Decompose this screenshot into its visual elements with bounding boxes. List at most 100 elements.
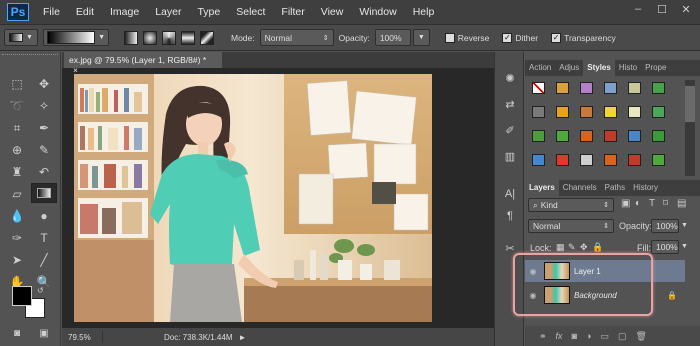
gradient-picker[interactable]: ▼ [43, 29, 109, 46]
style-swatch[interactable] [604, 130, 617, 142]
clone-stamp-tool-icon[interactable]: ♜ [4, 162, 30, 182]
layer-filter-select[interactable]: ⌕ Kind ⇕ [528, 198, 614, 212]
lock-position-icon[interactable]: ✥ [580, 242, 588, 253]
foreground-color-swatch[interactable] [12, 286, 32, 306]
minimize-button[interactable]: – [628, 3, 648, 19]
style-swatch[interactable] [580, 154, 593, 166]
pen-tool-icon[interactable]: ✑ [4, 228, 30, 248]
eyedropper-tool-icon[interactable]: ✒ [31, 118, 57, 138]
type-tool-icon[interactable]: T [31, 228, 57, 248]
style-swatch[interactable] [652, 130, 665, 142]
chevron-down-icon[interactable]: ▼ [412, 29, 430, 46]
line-tool-icon[interactable]: ╱ [31, 250, 57, 270]
tab-actions[interactable]: Action [525, 60, 555, 76]
actions-icon[interactable]: ⇄ [501, 98, 519, 114]
filter-smart-object-icon[interactable]: ▤ [677, 198, 686, 209]
menu-image[interactable]: Image [102, 6, 147, 18]
blend-mode-select[interactable]: Normal ⇕ [528, 219, 614, 233]
adjustment-layer-icon[interactable]: ◑ [586, 331, 591, 341]
paragraph-icon[interactable]: ¶ [501, 210, 519, 226]
dodge-tool-icon[interactable]: ● [31, 206, 57, 226]
fx-icon[interactable]: fx [556, 331, 563, 341]
crop-tool-icon[interactable]: ⌗ [4, 118, 30, 138]
menu-window[interactable]: Window [351, 6, 404, 18]
new-layer-icon[interactable]: ▢ [618, 331, 627, 342]
style-swatch[interactable] [604, 154, 617, 166]
brush-presets-icon[interactable]: ✐ [501, 124, 519, 140]
mode-select[interactable]: Normal ⇕ [259, 29, 334, 46]
swatches-icon[interactable]: ▥ [501, 150, 519, 166]
transparency-checkbox[interactable]: ✓ Transparency [551, 32, 616, 43]
zoom-level[interactable]: 79.5% [68, 333, 96, 342]
blur-tool-icon[interactable]: 💧 [4, 206, 30, 226]
lock-image-icon[interactable]: ✎ [568, 242, 576, 253]
zoom-tool-icon[interactable]: 🔍 [31, 272, 57, 292]
filter-type-icon[interactable]: T [649, 198, 655, 209]
gradient-tool-icon[interactable] [31, 183, 57, 203]
check-icon[interactable]: ✓ [551, 32, 562, 43]
tab-channels[interactable]: Channels [559, 180, 601, 196]
tab-paths[interactable]: Paths [601, 180, 629, 196]
style-swatch[interactable] [628, 130, 641, 142]
lock-all-icon[interactable]: 🔒 [592, 242, 603, 253]
move-tool-icon[interactable]: ✥ [31, 74, 57, 94]
styles-scrollbar[interactable] [685, 80, 695, 176]
document-tab[interactable]: ex.jpg @ 79.5% (Layer 1, RGB/8#) * × [64, 52, 222, 75]
filter-shape-icon[interactable]: ⌑ [663, 198, 668, 209]
style-swatch[interactable] [652, 106, 665, 118]
diamond-gradient-button[interactable] [200, 30, 214, 45]
new-group-icon[interactable]: ▭ [600, 331, 609, 342]
opacity-field[interactable]: 100% [374, 29, 411, 46]
history-brush-tool-icon[interactable]: ↶ [31, 162, 57, 182]
brush-tool-icon[interactable]: ✎ [31, 140, 57, 160]
style-swatch[interactable] [628, 154, 641, 166]
canvas-photo[interactable] [74, 74, 432, 322]
filter-adjustment-icon[interactable]: ◐ [635, 198, 641, 209]
reverse-check[interactable] [444, 32, 455, 43]
style-swatch[interactable] [556, 130, 569, 142]
style-swatch[interactable] [580, 106, 593, 118]
style-swatch[interactable] [580, 130, 593, 142]
chevron-down-icon[interactable]: ▼ [681, 222, 688, 229]
radial-gradient-button[interactable] [143, 30, 157, 45]
style-swatch[interactable] [652, 154, 665, 166]
menu-type[interactable]: Type [189, 6, 228, 18]
magic-wand-tool-icon[interactable]: ✧ [31, 96, 57, 116]
fill-field[interactable]: 100% [651, 240, 679, 254]
character-icon[interactable]: A| [501, 188, 519, 204]
healing-brush-tool-icon[interactable]: ⊕ [4, 140, 30, 160]
reflected-gradient-button[interactable] [181, 30, 195, 45]
filter-pixel-icon[interactable]: ▣ [621, 198, 630, 209]
swap-colors-icon[interactable]: ↺ [37, 286, 44, 295]
menu-filter[interactable]: Filter [273, 6, 312, 18]
menu-view[interactable]: View [313, 6, 352, 18]
style-swatch[interactable] [628, 82, 641, 94]
trash-icon[interactable]: 🗑 [635, 331, 646, 342]
quick-mask-icon[interactable]: ◙ [4, 323, 30, 343]
tab-histogram[interactable]: Histo [615, 60, 641, 76]
style-swatch[interactable] [532, 82, 545, 94]
angle-gradient-button[interactable] [162, 30, 176, 45]
chevron-down-icon[interactable]: ▼ [681, 243, 688, 250]
tab-properties[interactable]: Prope [641, 60, 670, 76]
dither-checkbox[interactable]: ✓ Dither [502, 32, 538, 43]
tab-history[interactable]: History [629, 180, 662, 196]
layer-opacity-field[interactable]: 100% [651, 219, 679, 233]
style-swatch[interactable] [604, 106, 617, 118]
style-swatch[interactable] [532, 154, 545, 166]
menu-layer[interactable]: Layer [147, 6, 189, 18]
tab-adjustments[interactable]: Adjus [555, 60, 583, 76]
menu-file[interactable]: File [35, 6, 68, 18]
tab-styles[interactable]: Styles [583, 60, 615, 76]
style-swatch[interactable] [532, 106, 545, 118]
marquee-tool-icon[interactable]: ⬚ [4, 74, 30, 94]
style-swatch[interactable] [532, 130, 545, 142]
style-swatch[interactable] [556, 82, 569, 94]
style-swatch[interactable] [628, 106, 641, 118]
link-layers-icon[interactable]: ⚭ [539, 331, 547, 342]
menu-help[interactable]: Help [405, 6, 443, 18]
add-mask-icon[interactable]: ◙ [572, 331, 577, 341]
menu-edit[interactable]: Edit [68, 6, 102, 18]
linear-gradient-button[interactable] [124, 30, 138, 45]
style-swatch[interactable] [580, 82, 593, 94]
